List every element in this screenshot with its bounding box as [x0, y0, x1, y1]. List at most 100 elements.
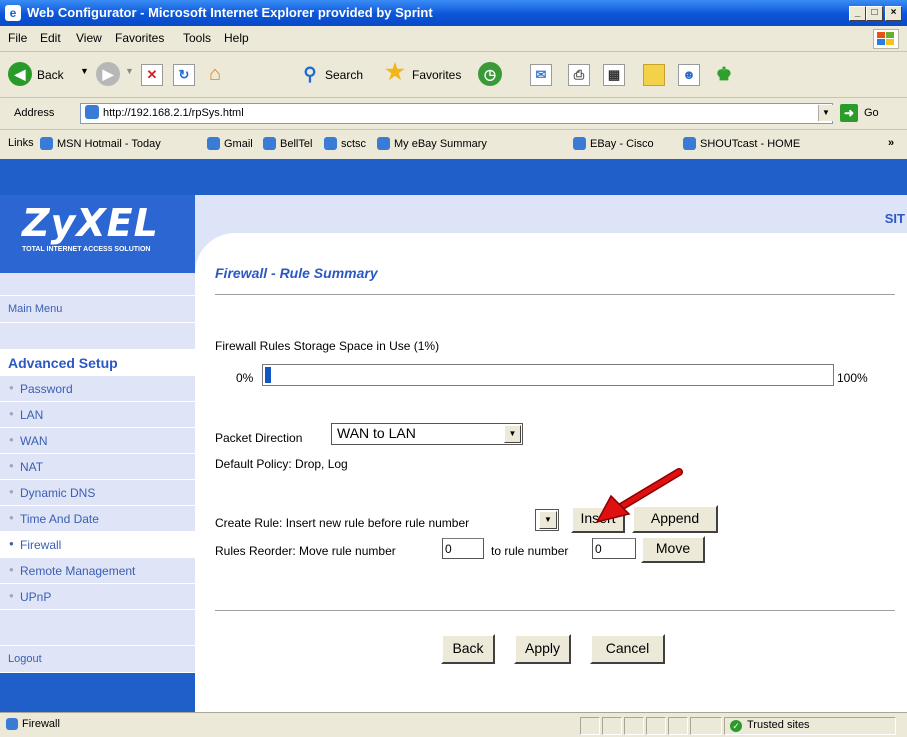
ie-page-icon [40, 137, 53, 150]
ie-page-icon [6, 718, 18, 730]
sidebar-item-remote-management[interactable]: ● Remote Management [0, 558, 195, 584]
sidebar-item-password[interactable]: ● Password [0, 376, 195, 402]
cancel-button[interactable]: Cancel [590, 634, 665, 664]
move-button[interactable]: Move [641, 536, 705, 563]
menu-bar: File Edit View Favorites Tools Help [0, 26, 907, 52]
title-bar: e Web Configurator - Microsoft Internet … [0, 0, 907, 26]
chevron-down-icon[interactable]: ▼ [504, 425, 521, 443]
page-icon [85, 105, 99, 119]
sidebar-item-dynamic-dns[interactable]: ● Dynamic DNS [0, 480, 195, 506]
mail-icon[interactable]: ✉ [530, 64, 552, 86]
menu-help[interactable]: Help [224, 31, 249, 45]
print-icon[interactable]: ⎙ [568, 64, 590, 86]
back-button-label[interactable]: Back [37, 68, 64, 82]
ie-icon: e [5, 5, 21, 21]
divider [215, 610, 895, 611]
site-map-link[interactable]: SIT [885, 211, 905, 226]
history-icon[interactable]: ◷ [478, 62, 502, 86]
toolbar: ◀ Back ▼ ▶ ▼ ✕ ↻ ⌂ ⚲ Search ★ Favorites … [0, 52, 907, 98]
storage-progress-fill [265, 367, 271, 383]
sidebar-item-wan[interactable]: ● WAN [0, 428, 195, 454]
home-icon[interactable]: ⌂ [205, 64, 225, 84]
sidebar-advanced-setup-header: Advanced Setup [0, 350, 195, 376]
annotation-arrow-icon [595, 468, 683, 524]
menu-tools[interactable]: Tools [183, 31, 211, 45]
users-icon[interactable]: ♚ [714, 64, 734, 84]
edit-icon[interactable]: ▦ [603, 64, 625, 86]
link-item[interactable]: MSN Hotmail - Today [40, 137, 161, 150]
forward-arrow-icon[interactable]: ▶ [96, 62, 120, 86]
address-label: Address [14, 107, 55, 119]
packet-direction-select[interactable]: WAN to LAN ▼ [331, 423, 523, 445]
link-item[interactable]: EBay - Cisco [573, 137, 654, 150]
stop-icon[interactable]: ✕ [141, 64, 163, 86]
address-url[interactable]: http://192.168.2.1/rpSys.html [103, 107, 244, 119]
logo-tagline: TOTAL INTERNET ACCESS SOLUTION [22, 246, 151, 253]
ie-page-icon [573, 137, 586, 150]
packet-direction-label: Packet Direction [215, 431, 303, 445]
move-to-input[interactable] [592, 538, 636, 559]
security-zone-label: Trusted sites [747, 719, 810, 731]
move-from-input[interactable] [442, 538, 484, 559]
links-label: Links [8, 137, 34, 149]
status-text: Firewall [22, 718, 60, 730]
maximize-button[interactable]: □ [866, 6, 883, 21]
link-item[interactable]: sctsc [324, 137, 366, 150]
address-input[interactable]: http://192.168.2.1/rpSys.html [80, 103, 833, 124]
links-overflow-icon[interactable]: » [888, 137, 894, 149]
ie-page-icon [207, 137, 220, 150]
windows-logo-icon [873, 29, 899, 49]
menu-favorites[interactable]: Favorites [115, 31, 164, 45]
back-arrow-icon[interactable]: ◀ [8, 62, 32, 86]
ie-page-icon [324, 137, 337, 150]
back-dropdown-icon[interactable]: ▼ [80, 66, 89, 76]
minimize-button[interactable]: _ [849, 6, 866, 21]
window-title: Web Configurator - Microsoft Internet Ex… [27, 5, 433, 20]
web-content: SIT ZyXEL TOTAL INTERNET ACCESS SOLUTION… [0, 159, 907, 712]
chevron-down-icon[interactable]: ▼ [539, 511, 557, 529]
packet-direction-value: WAN to LAN [337, 425, 416, 441]
reorder-to-label: to rule number [491, 544, 569, 558]
rule-number-select[interactable]: ▼ [535, 509, 559, 531]
links-bar: Links MSN Hotmail - Today Gmail BellTel … [0, 130, 907, 160]
address-dropdown-icon[interactable]: ▼ [818, 105, 833, 121]
address-bar: Address http://192.168.2.1/rpSys.html ▼ … [0, 98, 907, 130]
security-zone: ✓ Trusted sites [724, 717, 896, 735]
progress-min-label: 0% [236, 371, 254, 385]
default-policy-text: Default Policy: Drop, Log [215, 457, 348, 471]
menu-file[interactable]: File [8, 31, 27, 45]
folder-icon[interactable] [643, 64, 665, 86]
link-item[interactable]: SHOUTcast - HOME [683, 137, 800, 150]
sidebar-item-nat[interactable]: ● NAT [0, 454, 195, 480]
link-item[interactable]: My eBay Summary [377, 137, 487, 150]
sidebar-item-lan[interactable]: ● LAN [0, 402, 195, 428]
messenger-icon[interactable]: ☻ [678, 64, 700, 86]
sidebar-item-upnp[interactable]: ● UPnP [0, 584, 195, 610]
apply-button[interactable]: Apply [514, 634, 571, 664]
menu-edit[interactable]: Edit [40, 31, 61, 45]
storage-label: Firewall Rules Storage Space in Use (1%) [215, 339, 440, 353]
sidebar-item-firewall[interactable]: ● Firewall [0, 532, 195, 558]
sidebar-logout[interactable]: Logout [0, 646, 195, 673]
favorites-button-label[interactable]: Favorites [412, 68, 461, 82]
sidebar-item-time-and-date[interactable]: ● Time And Date [0, 506, 195, 532]
header-band [0, 159, 907, 195]
link-item[interactable]: Gmail [207, 137, 253, 150]
create-rule-label: Create Rule: Insert new rule before rule… [215, 516, 470, 530]
divider [215, 294, 895, 295]
progress-max-label: 100% [837, 371, 868, 385]
menu-view[interactable]: View [76, 31, 102, 45]
refresh-icon[interactable]: ↻ [173, 64, 195, 86]
favorites-star-icon[interactable]: ★ [385, 61, 405, 83]
go-button-label[interactable]: Go [864, 107, 879, 119]
forward-dropdown-icon[interactable]: ▼ [125, 66, 134, 76]
go-arrow-icon[interactable]: ➜ [840, 104, 858, 122]
search-icon[interactable]: ⚲ [300, 64, 320, 84]
sidebar-main-menu[interactable]: Main Menu [0, 296, 195, 323]
link-item[interactable]: BellTel [263, 137, 312, 150]
search-button-label[interactable]: Search [325, 68, 363, 82]
status-bar: Firewall ✓ Trusted sites [0, 712, 907, 737]
storage-progress-bar [262, 364, 834, 386]
close-button[interactable]: × [885, 6, 902, 21]
back-button[interactable]: Back [441, 634, 495, 664]
